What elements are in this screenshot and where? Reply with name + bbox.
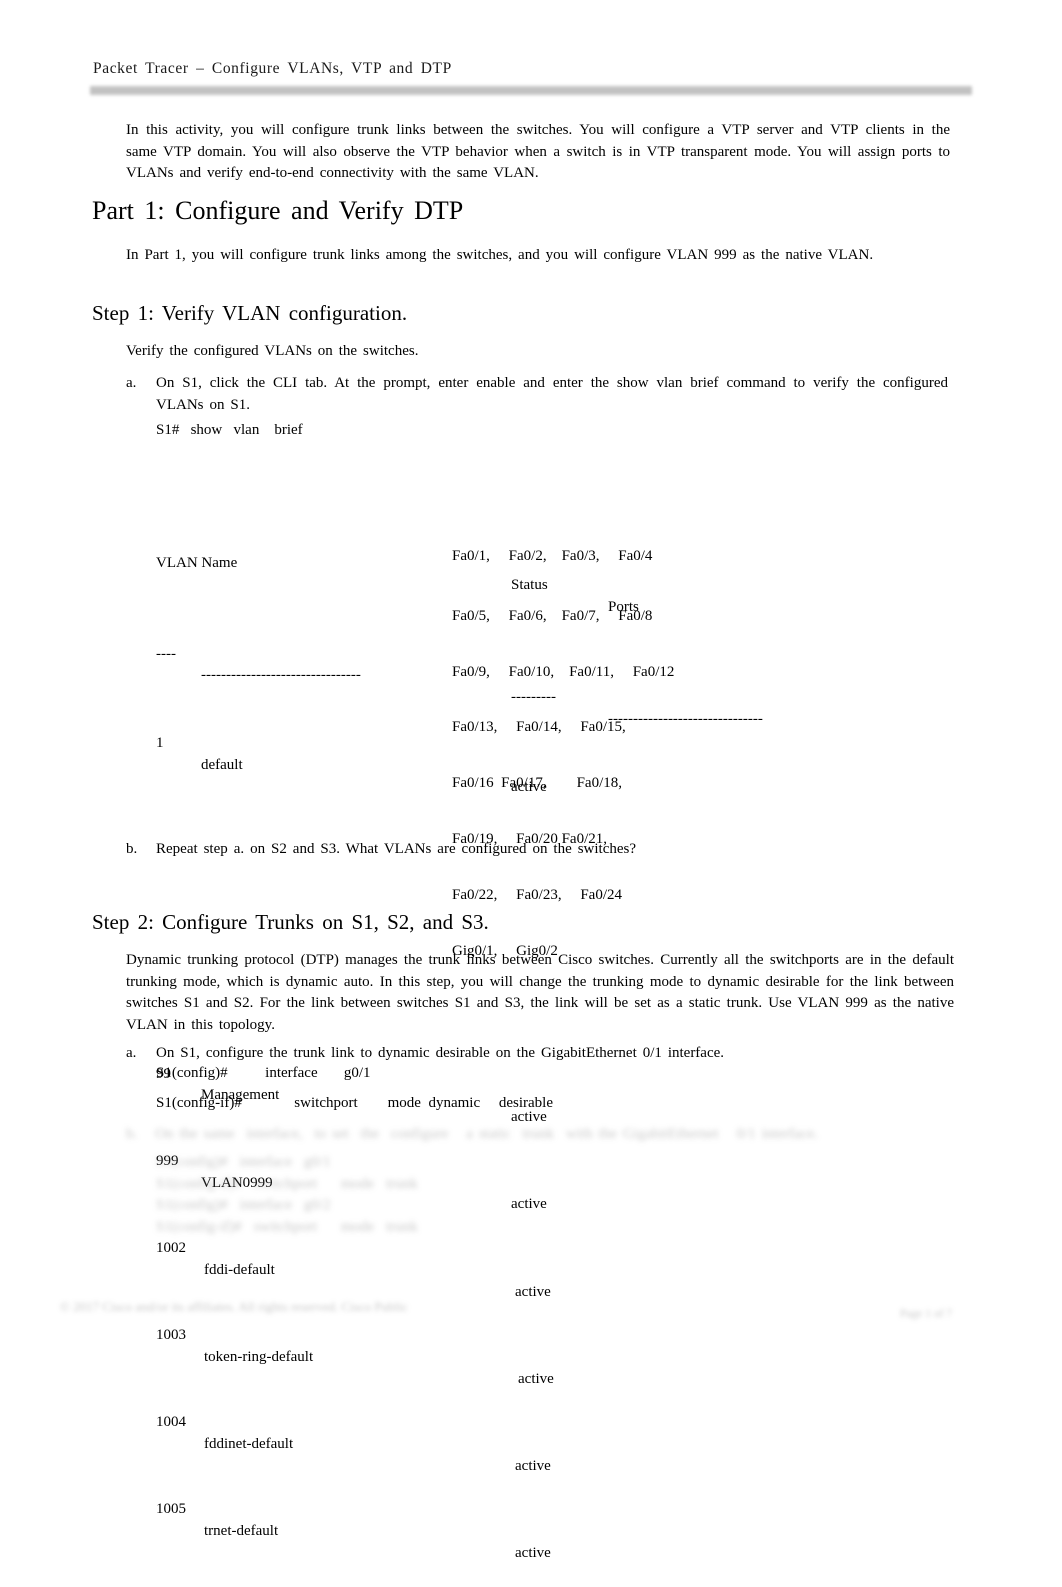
table-row: 1 default active [156,711,547,795]
document-page: Packet Tracer – Configure VLANs, VTP and… [0,0,1062,1561]
vlan-id: 1002 [156,1239,186,1256]
vlan-name: fddinet-default [204,1436,294,1453]
vlan-status: active [515,1545,551,1562]
table-header-row: VLAN Name Status Ports [156,531,639,615]
part-1-body: In Part 1, you will configure trunk link… [126,247,874,263]
step-2-body: Dynamic trunking protocol (DTP) manages … [126,952,954,1033]
list-item: a. On S1, configure the trunk link to dy… [126,1043,948,1065]
ports-line: Fa0/9, Fa0/10, Fa0/11, Fa0/12 [452,663,675,680]
ports-line: Fa0/13, Fa0/14, Fa0/15, [452,719,626,736]
step-1-heading: Step 1: Verify VLAN configuration. [92,301,408,325]
vlan-id: 1003 [156,1327,186,1344]
cli-command-interface: S1(config)# interface g0/1 [156,1065,371,1081]
list-item-text: On S1, configure the trunk link to dynam… [156,1045,725,1061]
vlan-status: active [518,1370,554,1387]
column-header-vlan-name: VLAN Name [156,555,238,572]
table-dash-separator-row: ---- -------------------------------- --… [156,622,763,727]
ports-line: Fa0/1, Fa0/2, Fa0/3, Fa0/4 [452,548,653,564]
list-item: a. On S1, click the CLI tab. At the prom… [126,373,948,416]
vlan-name: token-ring-default [204,1348,314,1365]
step-1-body: Verify the configured VLANs on the switc… [126,343,419,359]
vlan-id: 1004 [156,1414,186,1431]
vlan-name: trnet-default [204,1523,279,1540]
faded-cli-command-block: S1(config)# interface g0/1 S1(config-if)… [156,1154,418,1235]
ports-line: Fa0/22, Fa0/23, Fa0/24 [452,886,623,903]
list-item-marker: a. [126,375,137,391]
footer-page-number: Page 1 of 7 [900,1308,953,1320]
footer-copyright: © 2017 Cisco and/or its affiliates. All … [60,1299,408,1314]
dash-separator-name: -------------------------------- [201,667,361,684]
table-row: 1004 fddinet-default active [156,1391,551,1474]
vlan-name: default [201,756,243,773]
list-item-marker: b. [126,841,138,857]
vlan-id: 1005 [156,1501,186,1518]
list-item-marker: a. [126,1045,137,1061]
document-title: Packet Tracer – Configure VLANs, VTP and… [93,60,452,77]
ports-line: Fa0/5, Fa0/6, Fa0/7, Fa0/8 [452,607,653,624]
vlan-status: active [515,1283,551,1300]
table-row: 1005 trnet-default active [156,1478,551,1561]
vlan-name: fddi-default [204,1261,275,1278]
step-2-heading: Step 2: Configure Trunks on S1, S2, and … [92,910,489,934]
list-item-text: Repeat step a. on S2 and S3. What VLANs … [156,841,637,857]
vlan-status: active [511,1196,547,1213]
vlan-id: 1 [156,734,164,751]
cli-command-switchport-mode: S1(config-if)# switchport mode dynamic d… [156,1095,554,1111]
list-item-text: On S1, click the CLI tab. At the prompt,… [156,375,948,413]
cli-command-show-vlan-brief: S1# show vlan brief [156,422,303,438]
header-divider-rule [90,86,972,95]
dash-separator-id: ---- [156,645,176,662]
document-header: Packet Tracer – Configure VLANs, VTP and… [93,60,973,78]
intro-paragraph: In this activity, you will configure tru… [126,122,950,181]
faded-list-item-text: b. On the same interface, to set the con… [126,1126,818,1142]
list-item: b. Repeat step a. on S2 and S3. What VLA… [126,839,948,861]
ports-line: Fa0/16 Fa0/17, Fa0/18, [452,775,623,792]
vlan-status: active [515,1457,551,1474]
part-1-heading: Part 1: Configure and Verify DTP [92,196,464,225]
